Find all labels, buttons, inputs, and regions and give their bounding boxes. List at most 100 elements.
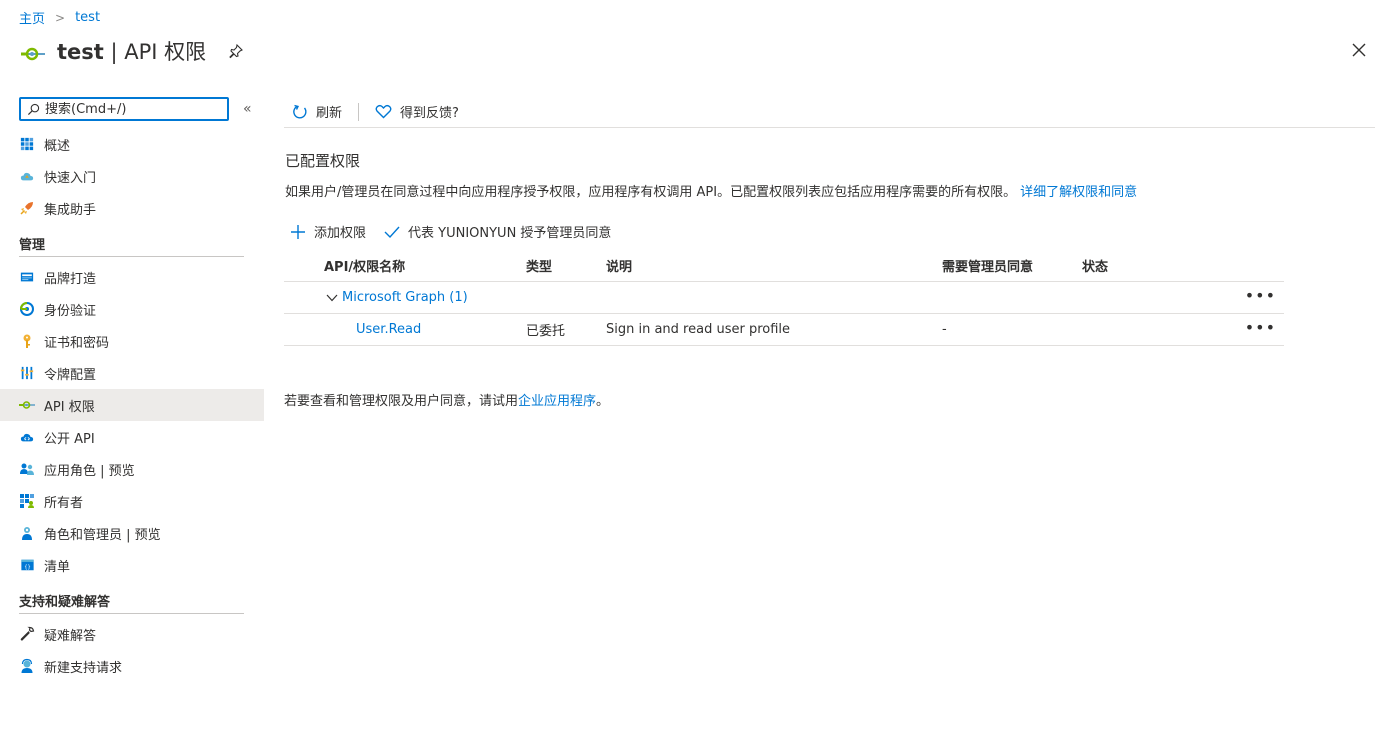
manifest-icon: {} xyxy=(19,557,35,573)
enterprise-apps-link[interactable]: 企业应用程序 xyxy=(518,394,596,409)
table-group-row: Microsoft Graph (1) ••• xyxy=(284,282,1284,314)
refresh-icon xyxy=(293,104,307,118)
sidebar-item-label: API 权限 xyxy=(44,399,95,415)
api-permission-icon xyxy=(21,47,45,61)
refresh-label: 刷新 xyxy=(316,106,343,121)
footer-note: 若要查看和管理权限及用户同意，请试用企业应用程序。 xyxy=(284,390,609,409)
group-toggle[interactable]: Microsoft Graph (1) xyxy=(284,290,468,305)
sidebar-item-token-config[interactable]: 令牌配置 xyxy=(0,357,264,389)
table-row: User.Read 已委托 Sign in and read user prof… xyxy=(284,314,1284,346)
permission-type: 已委托 xyxy=(526,324,566,339)
heart-icon xyxy=(375,104,392,119)
permission-actions: 添加权限 代表 YUNIONYUN 授予管理员同意 xyxy=(290,222,611,241)
more-options-button[interactable]: ••• xyxy=(1245,288,1276,304)
sidebar-item-manifest[interactable]: {} 清单 xyxy=(0,549,264,581)
chevron-right-icon: > xyxy=(55,10,66,25)
search-input[interactable] xyxy=(45,101,215,117)
footer-prefix: 若要查看和管理权限及用户同意，请试用 xyxy=(284,394,519,409)
section-title: 已配置权限 xyxy=(285,152,361,170)
support-icon xyxy=(19,658,35,674)
column-header-status[interactable]: 状态 xyxy=(1082,256,1182,275)
sidebar-search-row: « xyxy=(0,96,264,122)
rocket-icon xyxy=(19,200,35,216)
cloud-icon xyxy=(19,168,35,184)
column-header-type[interactable]: 类型 xyxy=(526,256,606,275)
sidebar-item-label: 所有者 xyxy=(44,495,84,511)
column-header-description[interactable]: 说明 xyxy=(606,256,942,275)
auth-icon xyxy=(19,301,35,317)
add-permission-label: 添加权限 xyxy=(314,226,367,241)
search-icon xyxy=(27,103,40,115)
sidebar-item-label: 概述 xyxy=(44,138,71,154)
sidebar-item-label: 集成助手 xyxy=(44,202,97,218)
sidebar-item-app-roles[interactable]: 应用角色 | 预览 xyxy=(0,453,264,485)
sidebar-item-quickstart[interactable]: 快速入门 xyxy=(0,160,264,192)
sidebar-item-new-support-request[interactable]: 新建支持请求 xyxy=(0,650,264,682)
sidebar-item-label: 疑难解答 xyxy=(44,628,97,644)
add-permission-button[interactable]: 添加权限 xyxy=(290,222,366,241)
sidebar-item-label: 公开 API xyxy=(44,431,95,447)
permission-description: Sign in and read user profile xyxy=(606,322,791,337)
sidebar-item-label: 应用角色 | 预览 xyxy=(44,463,135,479)
sidebar-item-branding[interactable]: 品牌打造 xyxy=(0,261,264,293)
owners-icon xyxy=(19,493,35,509)
sidebar-item-roles-admins[interactable]: 角色和管理员 | 预览 xyxy=(0,517,264,549)
section-divider xyxy=(19,613,244,614)
sidebar-item-label: 证书和密码 xyxy=(44,335,110,351)
table-header-row: API/权限名称 类型 说明 需要管理员同意 状态 xyxy=(284,250,1284,282)
breadcrumb-home-link[interactable]: 主页 xyxy=(19,8,45,27)
section-divider xyxy=(19,256,244,257)
checkmark-icon xyxy=(384,226,400,238)
section-header-support: 支持和疑难解答 xyxy=(19,595,111,610)
toolbar-divider xyxy=(358,102,360,121)
permission-admin-consent: - xyxy=(942,322,947,337)
description-text: 如果用户/管理员在同意过程中向应用程序授予权限，应用程序有权调用 API。已配置… xyxy=(285,185,1017,200)
feedback-button[interactable]: 得到反馈? xyxy=(367,102,467,121)
page-title: test | API 权限 xyxy=(57,36,206,66)
sidebar-item-label: 令牌配置 xyxy=(44,367,97,383)
permissions-table: API/权限名称 类型 说明 需要管理员同意 状态 Microsoft Grap… xyxy=(284,250,1284,346)
grant-admin-consent-label: 代表 YUNIONYUN 授予管理员同意 xyxy=(408,226,612,241)
wrench-icon xyxy=(19,626,35,642)
sidebar-item-label: 快速入门 xyxy=(44,170,97,186)
sidebar-item-label: 清单 xyxy=(44,559,71,575)
section-header-manage: 管理 xyxy=(19,238,46,253)
footer-suffix: 。 xyxy=(596,394,610,409)
collapse-sidebar-button[interactable]: « xyxy=(243,101,252,117)
sidebar-item-expose-api[interactable]: 公开 API xyxy=(0,421,264,453)
app-roles-icon xyxy=(19,461,35,477)
more-options-button[interactable]: ••• xyxy=(1245,320,1276,336)
column-header-admin-consent[interactable]: 需要管理员同意 xyxy=(942,256,1082,275)
sidebar-item-overview[interactable]: 概述 xyxy=(0,128,264,160)
sidebar-item-authentication[interactable]: 身份验证 xyxy=(0,293,264,325)
close-icon[interactable] xyxy=(1351,42,1367,58)
cloud-api-icon xyxy=(19,429,35,445)
api-permission-icon xyxy=(19,397,35,413)
learn-more-link[interactable]: 详细了解权限和同意 xyxy=(1020,185,1137,200)
column-header-name[interactable]: API/权限名称 xyxy=(284,256,526,275)
svg-text:{}: {} xyxy=(24,565,30,571)
breadcrumb: 主页 > test xyxy=(19,8,100,27)
sidebar-item-label: 身份验证 xyxy=(44,303,97,319)
refresh-button[interactable]: 刷新 xyxy=(284,102,350,121)
grant-admin-consent-button[interactable]: 代表 YUNIONYUN 授予管理员同意 xyxy=(384,222,611,241)
page-title-rest: | API 权限 xyxy=(103,40,207,64)
pin-icon[interactable] xyxy=(228,43,244,59)
permission-name-link[interactable]: User.Read xyxy=(284,322,421,337)
sidebar-item-label: 新建支持请求 xyxy=(44,660,123,676)
chevron-down-icon xyxy=(326,294,338,301)
page-title-app: test xyxy=(57,40,104,64)
sidebar-item-owners[interactable]: 所有者 xyxy=(0,485,264,517)
sidebar-item-certificates[interactable]: 证书和密码 xyxy=(0,325,264,357)
section-description: 如果用户/管理员在同意过程中向应用程序授予权限，应用程序有权调用 API。已配置… xyxy=(285,181,1137,200)
breadcrumb-current-link[interactable]: test xyxy=(75,10,100,25)
sidebar-item-integration-assistant[interactable]: 集成助手 xyxy=(0,192,264,224)
command-bar: 刷新 得到反馈? xyxy=(284,96,1375,128)
branding-icon xyxy=(19,269,35,285)
sidebar-item-troubleshoot[interactable]: 疑难解答 xyxy=(0,618,264,650)
sidebar-item-api-permissions[interactable]: API 权限 xyxy=(0,389,264,421)
sidebar-item-label: 角色和管理员 | 预览 xyxy=(44,527,161,543)
plus-icon xyxy=(291,224,305,239)
feedback-label: 得到反馈? xyxy=(400,106,459,121)
search-box[interactable] xyxy=(19,97,229,121)
